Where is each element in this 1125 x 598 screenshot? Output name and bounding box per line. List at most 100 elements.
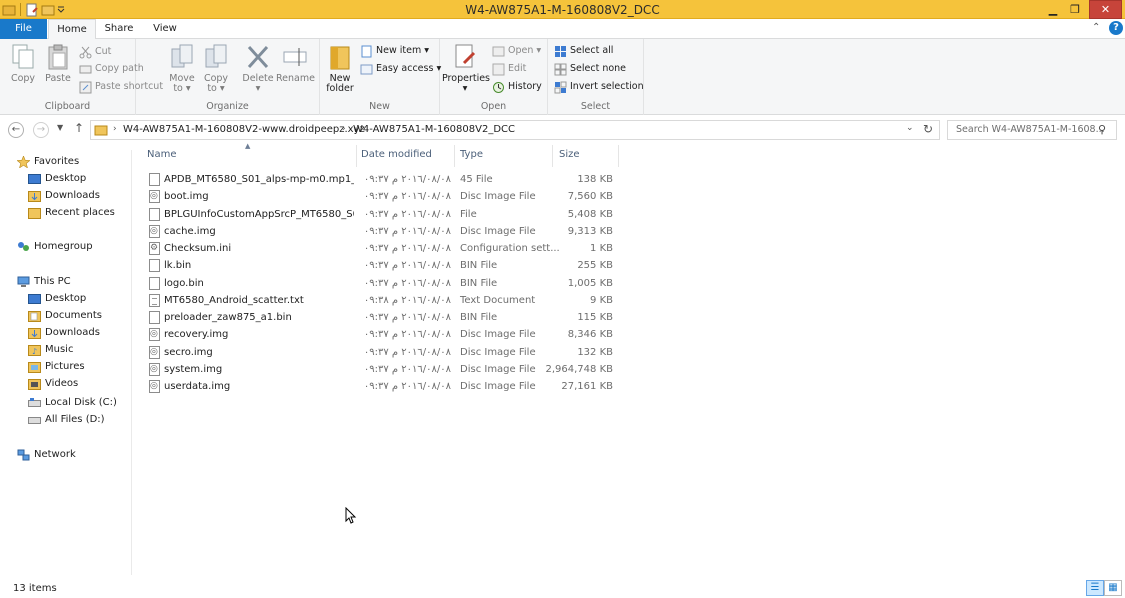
tab-home[interactable]: Home — [48, 19, 96, 40]
paste-button[interactable]: Paste — [40, 43, 76, 84]
minimize-ribbon-icon[interactable]: ⌃ — [1092, 22, 1100, 33]
nav-pc-downloads[interactable]: Downloads — [28, 324, 100, 341]
pane-divider[interactable] — [131, 150, 132, 575]
nav-pc-desktop[interactable]: Desktop — [28, 290, 86, 307]
restore-icon: ❐ — [1070, 3, 1080, 16]
column-divider[interactable] — [454, 145, 455, 167]
file-size: 9 KB — [590, 294, 613, 306]
column-divider[interactable] — [618, 145, 619, 167]
file-row[interactable]: cache.img ٢٠١٦/٠٨/٠٨ م ٠٩:٣٧ Disc Image Fi… — [145, 223, 620, 240]
column-divider[interactable] — [356, 145, 357, 167]
file-row[interactable]: secro.img ٢٠١٦/٠٨/٠٨ م ٠٩:٣٧ Disc Image Fi… — [145, 344, 620, 361]
large-icons-view-button[interactable]: ▦ — [1104, 580, 1122, 596]
select-none-icon — [554, 63, 567, 76]
up-arrow-icon[interactable]: ↑ — [74, 121, 84, 135]
file-type: BIN File — [460, 312, 498, 323]
breadcrumb-item[interactable]: W4-AW875A1-M-160808V2_DCC — [353, 124, 515, 135]
invert-selection-button[interactable]: Invert selection — [554, 79, 644, 95]
file-row[interactable]: boot.img ٢٠١٦/٠٨/٠٨ م ٠٩:٣٧ Disc Image Fil… — [145, 188, 620, 205]
file-row[interactable]: userdata.img ٢٠١٦/٠٨/٠٨ م ٠٩:٣٧ Disc Image… — [145, 378, 620, 395]
file-row[interactable]: logo.bin ٢٠١٦/٠٨/٠٨ م ٠٩:٣٧ BIN File 1,005 … — [145, 275, 620, 292]
file-row[interactable]: preloader_zaw875_a1.bin ٢٠١٦/٠٨/٠٨ م ٠٩:٣… — [145, 309, 620, 326]
address-dropdown-icon[interactable]: ⌄ — [906, 123, 914, 133]
column-header-type[interactable]: Type — [460, 145, 550, 165]
column-header-date[interactable]: Date modified — [361, 145, 451, 165]
column-divider[interactable] — [552, 145, 553, 167]
file-row[interactable]: system.img ٢٠١٦/٠٨/٠٨ م ٠٩:٣٧ Disc Image F… — [145, 361, 620, 378]
address-bar[interactable]: › W4-AW875A1-M-160808V2-www.droidpeepz.x… — [90, 120, 940, 140]
nav-videos[interactable]: Videos — [28, 375, 78, 392]
copy-icon — [10, 43, 36, 71]
history-icon — [492, 81, 505, 94]
nav-all-files[interactable]: All Files (D:) — [28, 411, 105, 428]
breadcrumb-item[interactable]: W4-AW875A1-M-160808V2-www.droidpeepz.xyz — [123, 124, 365, 135]
delete-button[interactable]: Delete ▾ — [240, 43, 276, 94]
recent-locations-chevron-icon[interactable]: ▼ — [57, 123, 63, 132]
history-button[interactable]: History — [492, 79, 542, 95]
tab-share[interactable]: Share — [99, 19, 139, 39]
file-date: ٢٠١٦/٠٨/٠٨ م ٠٩:٣٧ — [363, 243, 451, 254]
nav-label: Desktop — [45, 173, 87, 184]
minimize-button[interactable]: ▁ — [1042, 0, 1064, 19]
search-box[interactable]: Search W4-AW875A1-M-1608... ⚲ — [947, 120, 1117, 140]
details-view-button[interactable]: ☰ — [1086, 580, 1104, 596]
downloads-icon — [28, 327, 41, 339]
nav-label: Documents — [45, 310, 103, 321]
column-header-size[interactable]: Size — [559, 145, 619, 165]
file-row[interactable]: MT6580_Android_scatter.txt ٢٠١٦/٠٨/٠٨ م ٠… — [145, 292, 620, 309]
computer-icon — [17, 276, 30, 288]
tab-view[interactable]: View — [146, 19, 184, 39]
nav-network[interactable]: Network — [17, 446, 76, 463]
minimize-icon: ▁ — [1048, 3, 1058, 16]
breadcrumb-separator-icon[interactable]: › — [113, 124, 117, 134]
nav-desktop[interactable]: Desktop — [28, 170, 86, 187]
breadcrumb-separator-icon[interactable]: › — [342, 124, 346, 134]
file-icon — [149, 173, 160, 186]
file-type: Configuration sett... — [460, 243, 560, 254]
copy-path-button[interactable]: Copy path — [79, 61, 144, 77]
rename-button[interactable]: Rename — [276, 43, 315, 84]
nav-pictures[interactable]: Pictures — [28, 358, 85, 375]
restore-button[interactable]: ❐ — [1064, 0, 1086, 19]
nav-this-pc[interactable]: This PC — [17, 273, 71, 290]
file-row[interactable]: lk.bin ٢٠١٦/٠٨/٠٨ م ٠٩:٣٧ BIN File 255 KB — [145, 257, 620, 274]
file-type: Disc Image File — [460, 363, 536, 375]
nav-downloads[interactable]: Downloads — [28, 187, 100, 204]
nav-recent-places[interactable]: Recent places — [28, 204, 115, 221]
new-item-button[interactable]: New item ▾ — [360, 43, 429, 59]
window-title: W4-AW875A1-M-160808V2_DCC — [465, 3, 660, 17]
file-row[interactable]: recovery.img ٢٠١٦/٠٨/٠٨ م ٠٩:٣٧ Disc Image… — [145, 326, 620, 343]
file-date: ٢٠١٦/٠٨/٠٨ م ٠٩:٣٧ — [363, 312, 451, 323]
select-all-button[interactable]: Select all — [554, 43, 613, 59]
file-row[interactable]: Checksum.ini ٢٠١٦/٠٨/٠٨ م ٠٩:٣٧ Configurat… — [145, 240, 620, 257]
properties-button[interactable]: Properties ▾ — [442, 43, 490, 94]
file-row[interactable]: APDB_MT6580_S01_alps-mp-m0.mp1_W... ٢٠١٦/… — [145, 171, 620, 188]
help-icon[interactable]: ? — [1109, 21, 1123, 35]
move-to-button[interactable]: Move to ▾ — [166, 43, 198, 94]
new-folder-button[interactable]: New folder — [324, 43, 356, 94]
file-row[interactable]: BPLGUInfoCustomAppSrcP_MT6580_S00... ٢٠١٦… — [145, 206, 620, 223]
column-header-name[interactable]: Name — [147, 145, 347, 165]
nav-music[interactable]: ♪ Music — [28, 341, 73, 358]
copy-to-button[interactable]: Copy to ▾ — [200, 43, 232, 94]
nav-documents[interactable]: Documents — [28, 307, 102, 324]
forward-button[interactable]: → — [33, 122, 49, 138]
tab-file[interactable]: File — [0, 19, 47, 39]
file-type: Disc Image File — [460, 381, 536, 392]
edit-icon — [492, 63, 505, 76]
back-button[interactable]: ← — [8, 122, 24, 138]
nav-label: Recent places — [45, 207, 115, 218]
nav-homegroup[interactable]: Homegroup — [17, 238, 93, 255]
nav-favorites[interactable]: Favorites — [16, 153, 79, 170]
cut-button[interactable]: Cut — [79, 44, 111, 60]
copy-button[interactable]: Copy — [6, 43, 40, 84]
refresh-icon[interactable]: ↻ — [923, 122, 933, 136]
new-item-icon — [360, 45, 373, 58]
open-button[interactable]: Open ▾ — [492, 43, 541, 59]
select-none-button[interactable]: Select none — [554, 61, 626, 77]
easy-access-button[interactable]: Easy access ▾ — [360, 61, 441, 77]
close-button[interactable]: ✕ — [1089, 0, 1122, 19]
nav-local-disk[interactable]: Local Disk (C:) — [28, 394, 117, 411]
edit-button[interactable]: Edit — [492, 61, 526, 77]
file-name: BPLGUInfoCustomAppSrcP_MT6580_S00... — [164, 208, 354, 220]
